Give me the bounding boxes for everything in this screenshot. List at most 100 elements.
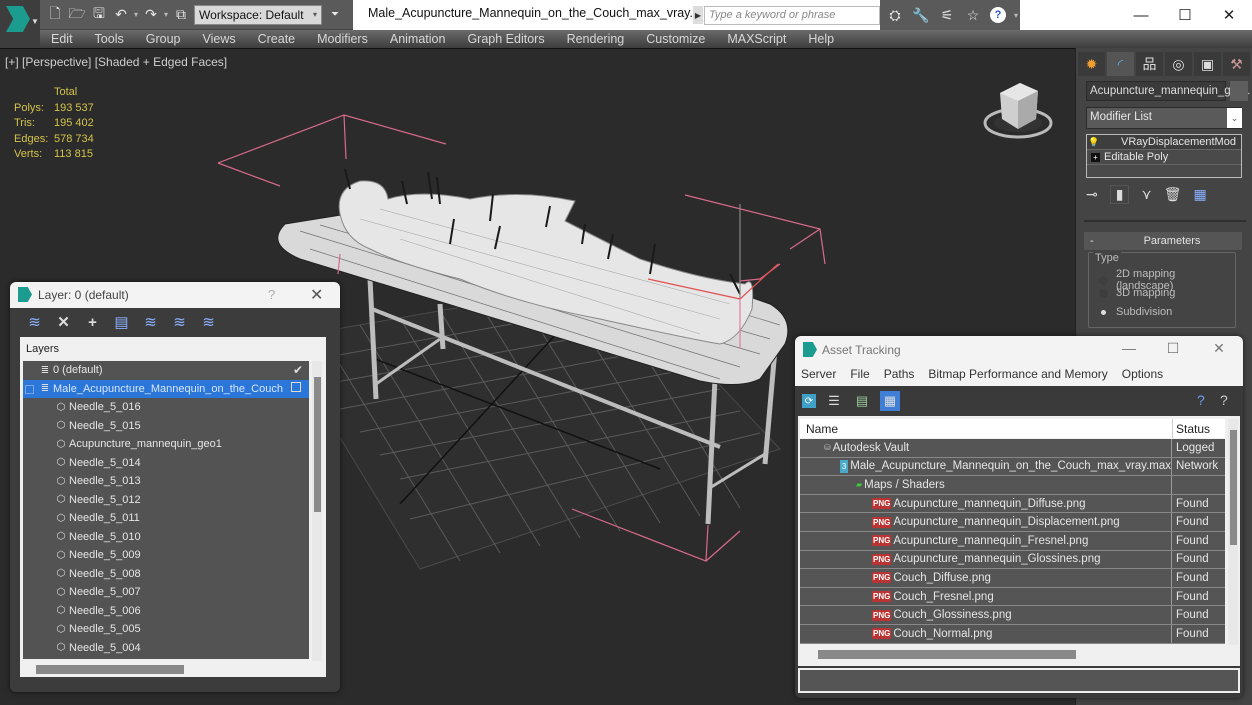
expand-toggle-icon[interactable] [25,384,34,394]
make-unique-icon[interactable]: ⋎ [1141,186,1151,203]
asset-row[interactable]: ⛁ Autodesk Vault Logged [800,439,1225,458]
layer-object-row[interactable]: ⬡ Needle_5_005 [23,620,309,639]
help-dropdown-icon[interactable]: ▾ [1014,11,1018,20]
menu-graph-editors[interactable]: Graph Editors [456,32,555,46]
menu-customize[interactable]: Customize [635,32,716,46]
layer-row[interactable]: ≣ Male_Acupuncture_Mannequin_on_the_Couch [23,379,309,398]
table-view-icon[interactable]: ▦ [880,391,900,411]
asset-row[interactable]: PNG Acupuncture_mannequin_Fresnel.png Foun… [800,531,1225,551]
radio-3d-mapping[interactable]: 3D mapping [1099,287,1175,299]
help-button[interactable]: ? [268,287,275,302]
search-input[interactable]: Type a keyword or phrase [704,6,880,25]
parameters-rollout-header[interactable]: - Parameters [1084,232,1242,250]
select-objects-in-layer-icon[interactable]: ▤ [113,313,130,331]
asset-row[interactable]: PNG Acupuncture_mannequin_Glossines.png Fo… [800,550,1225,570]
menu-options[interactable]: Options [1122,367,1163,381]
close-button[interactable]: ✕ [310,285,323,305]
layers-column-header[interactable]: Layers [26,343,59,355]
layer-object-row[interactable]: ⬡ Needle_5_012 [23,491,309,510]
remove-modifier-icon[interactable]: 🗑 [1164,186,1182,203]
asset-row[interactable]: 3 Male_Acupuncture_Mannequin_on_the_Couch… [800,457,1225,477]
vertical-scrollbar-thumb[interactable] [314,377,321,512]
menu-help[interactable]: Help [797,32,845,46]
layer-object-row[interactable]: ⬡ Acupuncture_mannequin_geo1 [23,435,309,454]
chevron-down-icon[interactable]: ⌄ [1227,108,1242,128]
asset-row[interactable]: PNG Acupuncture_mannequin_Diffuse.png Foun… [800,494,1225,514]
asset-row[interactable]: PNG Couch_Diffuse.png Found [800,569,1225,588]
asset-row[interactable]: PNG Couch_Glossiness.png Found [800,606,1225,625]
viewcube-icon[interactable] [980,79,1056,143]
select-layer-icon[interactable]: ≋ [142,313,159,331]
current-layer-check-icon[interactable]: ✔ [293,363,303,377]
asset-row[interactable]: PNG Couch_Normal.png Found [800,624,1225,644]
wrench-icon[interactable]: 🔧 [912,6,930,24]
layer-object-row[interactable]: ⬡ Needle_5_011 [23,509,309,528]
add-to-layer-icon[interactable]: + [84,314,101,331]
modify-tab-icon[interactable]: ◜ [1107,52,1134,76]
menu-file[interactable]: File [850,367,869,381]
binoculars-icon[interactable]: ⛭ [886,6,904,24]
undo-dropdown-icon[interactable]: ▾ [134,10,138,19]
application-menu-button[interactable]: ▼ [0,0,40,48]
column-status[interactable]: Status [1176,422,1210,436]
configure-modifier-sets-icon[interactable]: ▦ [1194,186,1207,203]
layer-object-row[interactable]: ⬡ Needle_5_010 [23,528,309,547]
path-field[interactable] [798,668,1240,693]
layer-object-row[interactable]: ⬡ Needle_5_014 [23,454,309,473]
menu-rendering[interactable]: Rendering [556,32,636,46]
stack-item-vray-displacement[interactable]: 💡 VRayDisplacementMod [1087,135,1241,150]
maximize-button[interactable]: ☐ [1153,340,1193,357]
star-icon[interactable]: ☆ [964,6,982,24]
object-name-field[interactable]: Acupuncture_mannequin_geo1 [1086,81,1250,101]
set-current-layer-icon[interactable]: ≋ [171,313,188,331]
close-button[interactable]: ✕ [1206,4,1252,26]
workspace-select[interactable]: Workspace: Default ▾ [194,4,323,25]
layer-properties-icon[interactable]: ≋ [200,313,217,331]
menu-group[interactable]: Group [135,32,192,46]
menu-views[interactable]: Views [191,32,246,46]
open-file-icon[interactable]: 🗁 [68,5,86,24]
list-view-icon[interactable]: ☰ [824,391,844,411]
layer-object-row[interactable]: ⬡ Needle_5_006 [23,602,309,621]
utilities-tab-icon[interactable]: ⚒ [1223,52,1250,76]
radio-subdivision[interactable]: Subdivision [1099,306,1172,318]
minimize-button[interactable]: — [1109,340,1149,356]
lightbulb-icon[interactable]: 💡 [1087,137,1101,148]
layer-object-row[interactable]: ⬡ Needle_5_004 [23,639,309,658]
layer-object-row[interactable]: ⬡ Needle_5_007 [23,583,309,602]
object-color-swatch[interactable] [1230,81,1248,101]
menu-edit[interactable]: Edit [40,32,84,46]
tree-view-icon[interactable]: ▤ [852,391,872,411]
pin-stack-icon[interactable]: ⊸ [1086,186,1098,203]
refresh-icon[interactable]: ⟳ [802,394,816,408]
save-icon[interactable]: 🖫 [90,5,108,24]
customize-toolbar-icon[interactable]: ⏷ [326,6,344,24]
satellite-icon[interactable]: ⚟ [938,6,956,24]
menu-maxscript[interactable]: MAXScript [716,32,797,46]
minimize-button[interactable]: — [1118,4,1164,26]
horizontal-scrollbar-thumb[interactable] [36,665,184,674]
undo-icon[interactable]: ↶ [112,6,130,24]
redo-dropdown-icon[interactable]: ▾ [164,10,168,19]
set-current-checkbox[interactable] [291,382,301,392]
create-tab-icon[interactable]: ✹ [1078,52,1105,76]
new-file-icon[interactable]: 🗋 [46,5,64,24]
show-end-result-icon[interactable]: ▮ [1109,185,1130,204]
motion-tab-icon[interactable]: ◎ [1165,52,1192,76]
help-icon[interactable]: ? [1197,392,1205,408]
asset-row[interactable]: PNG Acupuncture_mannequin_Displacement.pn… [800,513,1225,532]
vertical-scrollbar-thumb[interactable] [1230,430,1237,545]
close-button[interactable]: ✕ [1199,340,1239,357]
menu-animation[interactable]: Animation [379,32,457,46]
project-folder-icon[interactable]: ⧉ [172,6,190,24]
help-icon[interactable]: ? [990,7,1006,23]
layer-object-row[interactable]: ⬡ Needle_5_013 [23,472,309,491]
modifier-list-dropdown[interactable]: Modifier List [1086,107,1242,129]
column-name[interactable]: Name [806,422,838,436]
redo-icon[interactable]: ↷ [142,6,160,24]
layer-row[interactable]: ≣ 0 (default) ✔ [23,361,309,380]
asset-row[interactable]: PNG Couch_Fresnel.png Found [800,587,1225,607]
expand-plus-icon[interactable]: + [1091,152,1100,162]
layer-object-row[interactable]: ⬡ Needle_5_008 [23,565,309,584]
menu-modifiers[interactable]: Modifiers [306,32,379,46]
